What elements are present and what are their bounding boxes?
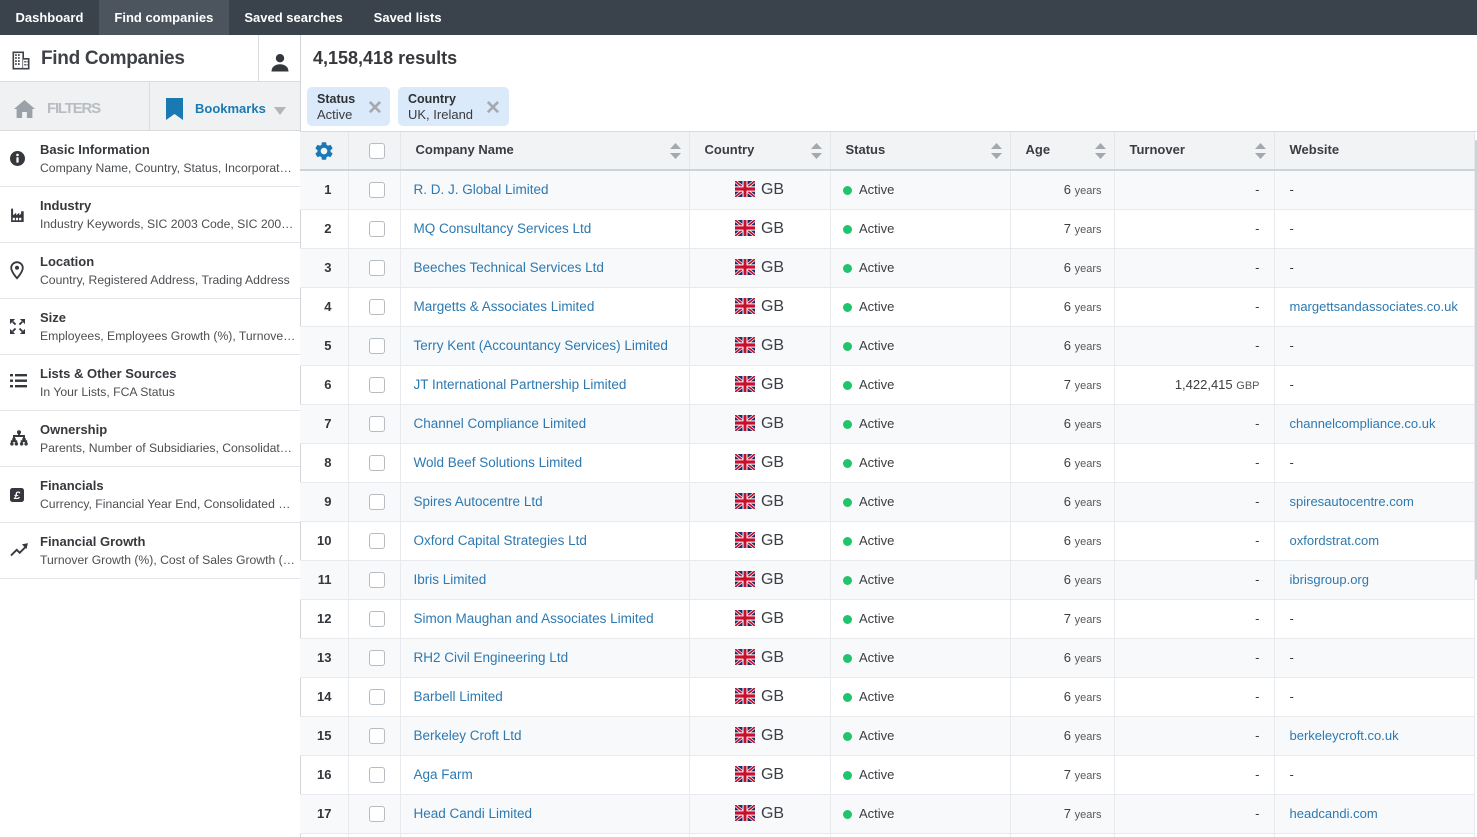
svg-text:£: £ xyxy=(13,490,21,502)
